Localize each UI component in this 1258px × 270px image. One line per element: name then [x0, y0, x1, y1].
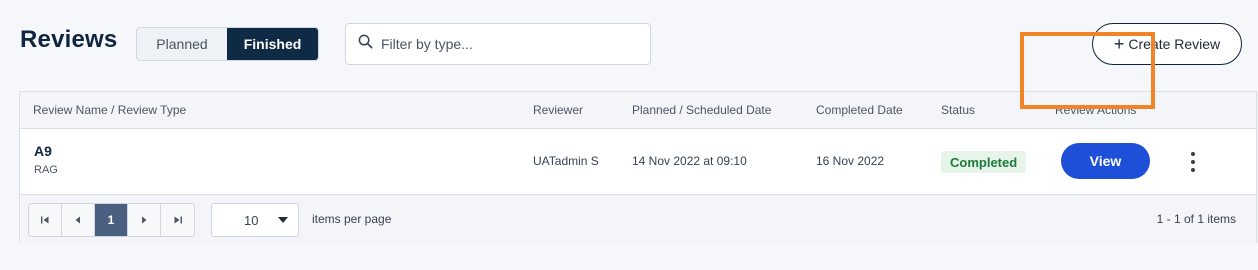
- pagination-controls: 1: [28, 203, 195, 237]
- page-size-value: 10: [244, 212, 259, 228]
- status-badge: Completed: [941, 151, 1027, 173]
- next-page-button[interactable]: [128, 204, 161, 236]
- first-page-icon: [41, 216, 49, 224]
- kebab-dot: [1191, 152, 1195, 156]
- reviews-table: Review Name / Review Type Reviewer Plann…: [19, 91, 1257, 243]
- items-per-page-label: items per page: [312, 212, 392, 226]
- view-button[interactable]: View: [1061, 143, 1150, 179]
- page-title: Reviews: [20, 26, 118, 53]
- column-header-review-name[interactable]: Review Name / Review Type: [33, 103, 186, 117]
- column-header-completed-date[interactable]: Completed Date: [816, 103, 903, 117]
- filter-field[interactable]: [345, 23, 651, 65]
- column-header-status[interactable]: Status: [941, 103, 975, 117]
- reviews-page: Reviews Planned Finished + Create Review…: [0, 0, 1258, 270]
- page-number-button[interactable]: 1: [95, 204, 128, 236]
- first-page-button[interactable]: [29, 204, 62, 236]
- toggle-planned[interactable]: Planned: [137, 28, 227, 60]
- previous-page-icon: [75, 216, 80, 224]
- highlight-box: [1020, 32, 1155, 109]
- page-size-select[interactable]: 10: [211, 203, 299, 237]
- column-header-reviewer[interactable]: Reviewer: [533, 103, 583, 117]
- toggle-finished[interactable]: Finished: [227, 28, 318, 60]
- next-page-icon: [142, 216, 147, 224]
- more-options-icon[interactable]: [1185, 149, 1201, 175]
- pagination-info: 1 - 1 of 1 items: [1156, 212, 1236, 226]
- last-page-icon: [174, 216, 182, 224]
- review-type: RAG: [34, 164, 58, 176]
- planned-date-cell: 14 Nov 2022 at 09:10: [632, 154, 747, 168]
- last-page-button[interactable]: [161, 204, 194, 236]
- review-name: A9: [34, 143, 52, 159]
- kebab-dot: [1191, 160, 1195, 164]
- filter-input[interactable]: [381, 36, 641, 52]
- completed-date-cell: 16 Nov 2022: [816, 154, 885, 168]
- review-state-toggle: Planned Finished: [136, 27, 319, 61]
- pagination-bar: 1 10 items per page 1 - 1 of 1 items: [20, 195, 1256, 243]
- table-row: A9 RAG UATadmin S 14 Nov 2022 at 09:10 1…: [20, 129, 1256, 195]
- previous-page-button[interactable]: [62, 204, 95, 236]
- kebab-dot: [1191, 168, 1195, 172]
- reviewer-cell: UATadmin S: [533, 154, 599, 168]
- search-icon: [358, 34, 373, 54]
- chevron-down-icon: [278, 217, 288, 223]
- column-header-planned-date[interactable]: Planned / Scheduled Date: [632, 103, 771, 117]
